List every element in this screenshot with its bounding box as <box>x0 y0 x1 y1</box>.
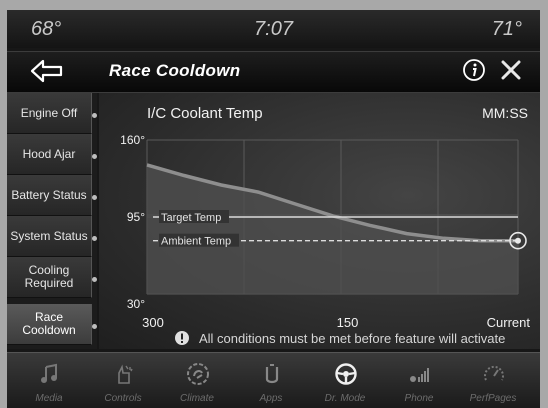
warning-icon <box>175 331 189 345</box>
chart-panel: I/C Coolant Temp MM:SS Target Temp Ambien… <box>99 93 540 349</box>
sidebar-item-hood-ajar[interactable]: Hood Ajar <box>7 134 92 175</box>
sidebar-item-label: Race Cooldown <box>22 310 76 337</box>
x-tick-label: 300 <box>142 315 164 330</box>
info-icon[interactable] <box>462 58 486 82</box>
current-marker-dot <box>515 237 521 244</box>
reference-label-target: Target Temp <box>161 212 221 224</box>
title-bar: Race Cooldown <box>7 51 540 93</box>
status-dot <box>92 195 97 200</box>
nav-label: Controls <box>104 393 142 404</box>
right-temperature[interactable]: 71° <box>492 18 522 41</box>
status-dot <box>92 324 97 329</box>
nav-dr-mode[interactable]: Dr. Mode <box>313 353 377 408</box>
nav-controls[interactable]: Controls <box>91 353 155 408</box>
nav-label: PerfPages <box>469 393 517 404</box>
x-tick-label: Current <box>487 315 531 330</box>
sidebar-item-label: Cooling Required <box>24 263 74 290</box>
conditions-sidebar: Engine Off Hood Ajar Battery Status Syst… <box>7 93 97 349</box>
status-dot <box>92 236 97 241</box>
nav-perfpages[interactable]: PerfPages <box>461 353 525 408</box>
music-note-icon <box>41 363 57 383</box>
nav-label: Media <box>35 393 63 404</box>
status-dot <box>92 113 97 118</box>
gauge-icon <box>484 365 504 381</box>
clock: 7:07 <box>254 18 293 40</box>
nav-phone[interactable]: Phone <box>387 353 451 408</box>
y-tick-label: 160° <box>120 133 145 147</box>
status-bar: 68° 7:07 71° <box>7 10 540 48</box>
page-title: Race Cooldown <box>109 61 241 80</box>
sidebar-item-cooling-required[interactable]: Cooling Required <box>7 257 92 298</box>
back-arrow-icon[interactable] <box>29 58 65 84</box>
y-tick-label: 95° <box>127 210 145 224</box>
nav-apps[interactable]: Apps <box>239 353 303 408</box>
nav-media[interactable]: Media <box>17 353 81 408</box>
climate-fan-icon <box>187 363 209 385</box>
sidebar-item-label: System Status <box>10 228 88 243</box>
phone-signal-icon <box>410 368 429 382</box>
sidebar-item-race-cooldown[interactable]: Race Cooldown <box>7 304 92 345</box>
sidebar-item-engine-off[interactable]: Engine Off <box>7 93 92 134</box>
curve-area <box>147 164 518 294</box>
coolant-temp-chart: Target Temp Ambient Temp 160° 95° 30° 300 150 C… <box>120 133 531 330</box>
sidebar-item-battery-status[interactable]: Battery Status <box>7 175 92 216</box>
sidebar-item-label: Hood Ajar <box>22 146 76 161</box>
nav-label: Dr. Mode <box>324 393 366 404</box>
sidebar-item-label: Battery Status <box>11 187 87 202</box>
sidebar-item-label: Engine Off <box>20 105 78 120</box>
controls-hand-icon <box>118 364 133 384</box>
steering-wheel-icon <box>335 363 357 385</box>
status-dot <box>92 154 97 159</box>
conditions-warning: All conditions must be met before featur… <box>199 331 506 346</box>
nav-label: Phone <box>404 393 434 404</box>
x-tick-label: 150 <box>337 315 359 330</box>
close-icon[interactable] <box>499 58 523 82</box>
nav-climate[interactable]: Climate <box>165 353 229 408</box>
status-dot <box>92 277 97 282</box>
nav-label: Climate <box>180 393 214 404</box>
y-tick-label: 30° <box>127 297 145 311</box>
bottom-nav-bar: Media Controls Climate Apps Dr. Mode Pho… <box>7 352 540 408</box>
apps-icon <box>265 364 279 384</box>
reference-label-ambient: Ambient Temp <box>161 236 231 248</box>
nav-label: Apps <box>259 393 283 404</box>
sidebar-item-system-status[interactable]: System Status <box>7 216 92 257</box>
head-unit-screen: 68° 7:07 71° Race Cooldown Engine Off Ho… <box>7 10 540 408</box>
